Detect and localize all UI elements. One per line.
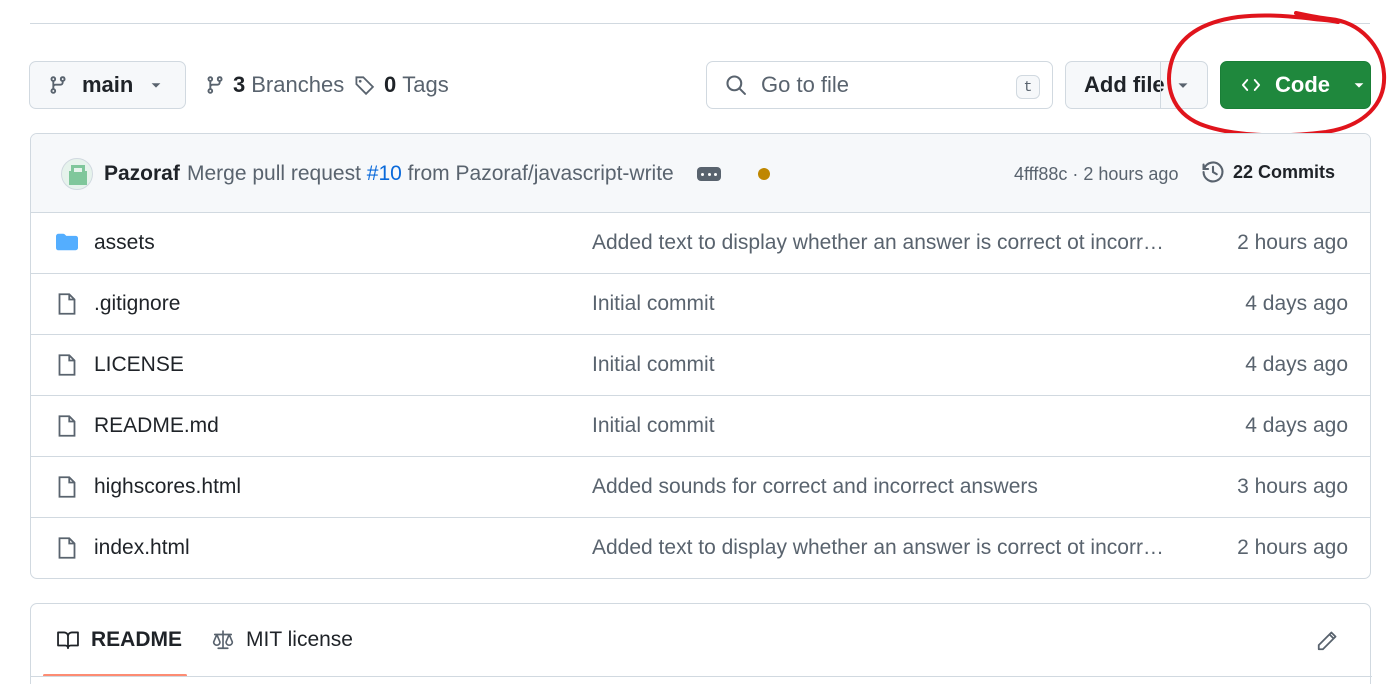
commit-message-prefix: Merge pull request — [187, 162, 361, 185]
commit-sha-time[interactable]: 4fff88c · 2 hours ago — [1014, 164, 1178, 185]
file-commit-time: 4 days ago — [1245, 414, 1348, 437]
expand-commit-message-button[interactable] — [697, 167, 721, 181]
tag-icon — [355, 76, 375, 96]
commit-message[interactable]: Merge pull request #10 from Pazoraf/java… — [187, 162, 674, 186]
file-icon — [58, 293, 76, 315]
keyboard-shortcut-hint: t — [1016, 75, 1040, 99]
file-row-highscores[interactable]: highscores.html Added sounds for correct… — [31, 457, 1370, 518]
file-name[interactable]: assets — [94, 231, 155, 255]
button-separator — [1160, 62, 1161, 108]
commit-status-indicator[interactable] — [758, 168, 770, 180]
code-button[interactable]: Code — [1220, 61, 1371, 109]
tags-label: Tags — [402, 72, 449, 97]
readme-panel: README MIT license — [30, 603, 1372, 684]
search-icon — [726, 75, 746, 95]
file-commit-time: 4 days ago — [1245, 353, 1348, 376]
tab-readme[interactable]: README — [55, 628, 182, 652]
file-name[interactable]: highscores.html — [94, 475, 241, 499]
branch-name: main — [82, 72, 134, 97]
code-icon — [1241, 79, 1261, 91]
branch-selector-button[interactable]: main — [29, 61, 186, 109]
code-label: Code — [1275, 72, 1330, 97]
book-icon — [57, 631, 79, 650]
branches-link[interactable]: 3 Branches — [205, 72, 344, 98]
file-commit-message[interactable]: Initial commit — [592, 414, 715, 438]
file-row-gitignore[interactable]: .gitignore Initial commit 4 days ago — [31, 274, 1370, 335]
file-commit-message[interactable]: Added text to display whether an answer … — [592, 231, 1162, 255]
tab-license-label: MIT license — [246, 628, 353, 651]
file-icon — [58, 476, 76, 498]
file-name[interactable]: .gitignore — [94, 292, 180, 316]
commit-message-suffix: from Pazoraf/javascript-write — [407, 162, 674, 185]
tags-link[interactable]: 0 Tags — [354, 72, 449, 98]
file-commit-message[interactable]: Added sounds for correct and incorrect a… — [592, 475, 1038, 499]
file-commit-message[interactable]: Initial commit — [592, 292, 715, 316]
file-commit-time: 2 hours ago — [1237, 231, 1348, 254]
file-row-license[interactable]: LICENSE Initial commit 4 days ago — [31, 335, 1370, 396]
tab-divider — [31, 676, 1372, 677]
folder-icon — [56, 233, 78, 251]
file-row-index[interactable]: index.html Added text to display whether… — [31, 518, 1370, 578]
file-commit-message[interactable]: Added text to display whether an answer … — [592, 536, 1162, 560]
file-row-assets[interactable]: assets Added text to display whether an … — [31, 213, 1370, 274]
file-name[interactable]: README.md — [94, 414, 219, 438]
tab-readme-label: README — [91, 628, 183, 651]
branches-label: Branches — [251, 72, 345, 97]
branches-count: 3 — [233, 72, 246, 97]
history-icon — [1202, 161, 1224, 183]
git-branch-icon — [207, 76, 223, 94]
avatar[interactable] — [61, 158, 93, 190]
pull-request-link[interactable]: #10 — [367, 162, 402, 185]
add-file-button[interactable]: Add file — [1065, 61, 1208, 109]
law-scale-icon — [212, 630, 234, 650]
caret-down-icon — [151, 83, 161, 88]
file-icon — [58, 354, 76, 376]
file-icon — [58, 537, 76, 559]
tags-count: 0 — [384, 72, 397, 97]
file-list-container: Pazoraf Merge pull request #10 from Pazo… — [30, 133, 1371, 579]
pencil-icon[interactable] — [1316, 630, 1338, 652]
go-to-file-input[interactable]: Go to file t — [706, 61, 1053, 109]
go-to-file-placeholder: Go to file — [761, 72, 850, 97]
identicon-icon — [69, 165, 87, 185]
file-icon — [58, 415, 76, 437]
file-row-readme[interactable]: README.md Initial commit 4 days ago — [31, 396, 1370, 457]
file-commit-time: 4 days ago — [1245, 292, 1348, 315]
latest-commit-bar: Pazoraf Merge pull request #10 from Pazo… — [31, 134, 1370, 213]
add-file-label: Add file — [1084, 72, 1165, 97]
file-commit-time: 3 hours ago — [1237, 475, 1348, 498]
git-branch-icon — [50, 76, 66, 94]
commit-author[interactable]: Pazoraf — [104, 162, 180, 186]
tab-license[interactable]: MIT license — [210, 628, 353, 652]
file-commit-time: 2 hours ago — [1237, 536, 1348, 559]
file-name[interactable]: index.html — [94, 536, 190, 560]
file-commit-message[interactable]: Initial commit — [592, 353, 715, 377]
file-name[interactable]: LICENSE — [94, 353, 184, 377]
commits-history-link[interactable]: 22 Commits — [1201, 160, 1335, 184]
commits-count-label: 22 Commits — [1233, 161, 1336, 182]
caret-down-icon[interactable] — [1174, 75, 1192, 95]
top-divider — [30, 23, 1370, 24]
caret-down-icon — [1354, 83, 1364, 88]
